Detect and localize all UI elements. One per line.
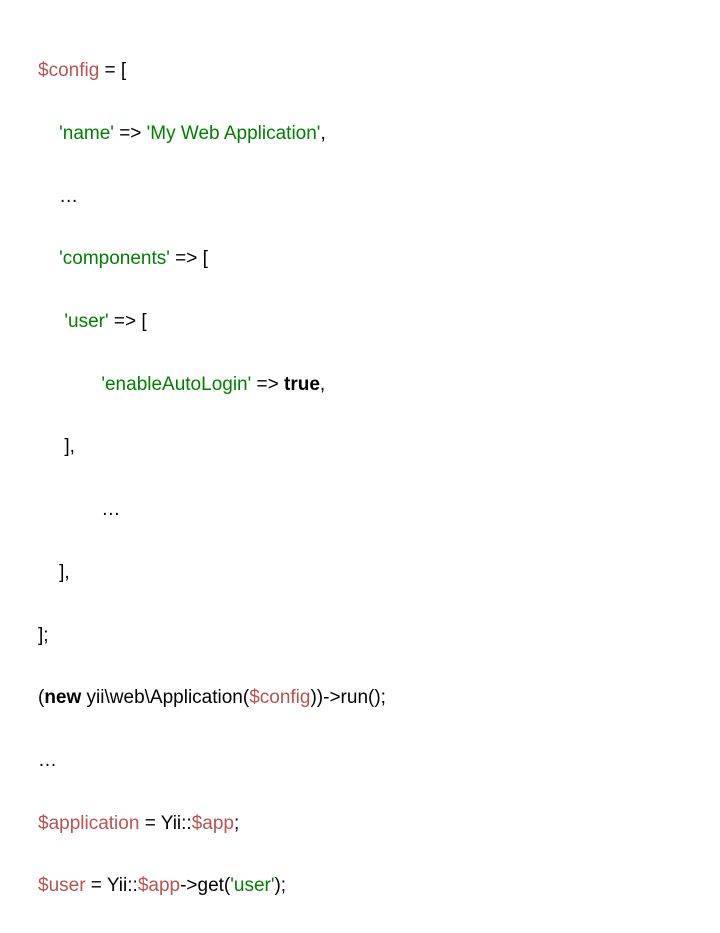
text-token: , [320,374,325,395]
variable-token: $app [138,875,180,896]
indent [38,123,59,144]
text-token: ; [234,813,239,834]
text-token: ); [274,875,286,896]
text-token: = [ [99,60,126,81]
text-token: = Yii:: [86,875,138,896]
variable-token: $config [38,60,99,81]
text-token: ))->run(); [310,687,385,708]
indent [38,562,59,583]
indent [38,186,59,207]
text-token: => [251,374,284,395]
indent [38,248,59,269]
indent [38,436,64,457]
text-token: ], [59,562,70,583]
code-line: … [38,494,386,525]
text-token: => [114,123,147,144]
code-line: ], [38,431,386,462]
code-line: … [38,181,386,212]
text-token: … [59,186,78,207]
code-line: … [38,745,386,776]
code-line: 'name' => 'My Web Application', [38,118,386,149]
text-token: … [38,750,57,771]
code-line: $application = Yii::$app; [38,808,386,839]
string-token: 'components' [59,248,170,269]
variable-token: $config [249,687,310,708]
keyword-token: new [44,687,81,708]
code-block: $config = [ 'name' => 'My Web Applicatio… [38,24,386,933]
string-token: 'user' [230,875,274,896]
code-line: 'user' => [ [38,306,386,337]
keyword-token: true [284,374,320,395]
variable-token: $user [38,875,86,896]
text-token: … [101,499,120,520]
string-token: 'name' [59,123,114,144]
variable-token: $application [38,813,139,834]
code-line: ], [38,557,386,588]
code-line: 'enableAutoLogin' => true, [38,369,386,400]
string-token: 'enableAutoLogin' [101,374,251,395]
indent [38,374,101,395]
text-token: ]; [38,625,49,646]
code-line: (new yii\web\Application($config))->run(… [38,682,386,713]
text-token: => [ [109,311,147,332]
string-token: 'user' [64,311,108,332]
text-token: ->get( [180,875,230,896]
text-token: = Yii:: [139,813,191,834]
code-line: 'components' => [ [38,243,386,274]
text-token: yii\web\Application( [81,687,249,708]
text-token: ], [64,436,75,457]
text-token: => [ [170,248,208,269]
code-line: ]; [38,620,386,651]
code-line: $config = [ [38,55,386,86]
code-line: $user = Yii::$app->get('user'); [38,870,386,901]
string-token: 'My Web Application' [147,123,321,144]
variable-token: $app [192,813,234,834]
text-token: , [320,123,325,144]
indent [38,311,64,332]
indent [38,499,101,520]
